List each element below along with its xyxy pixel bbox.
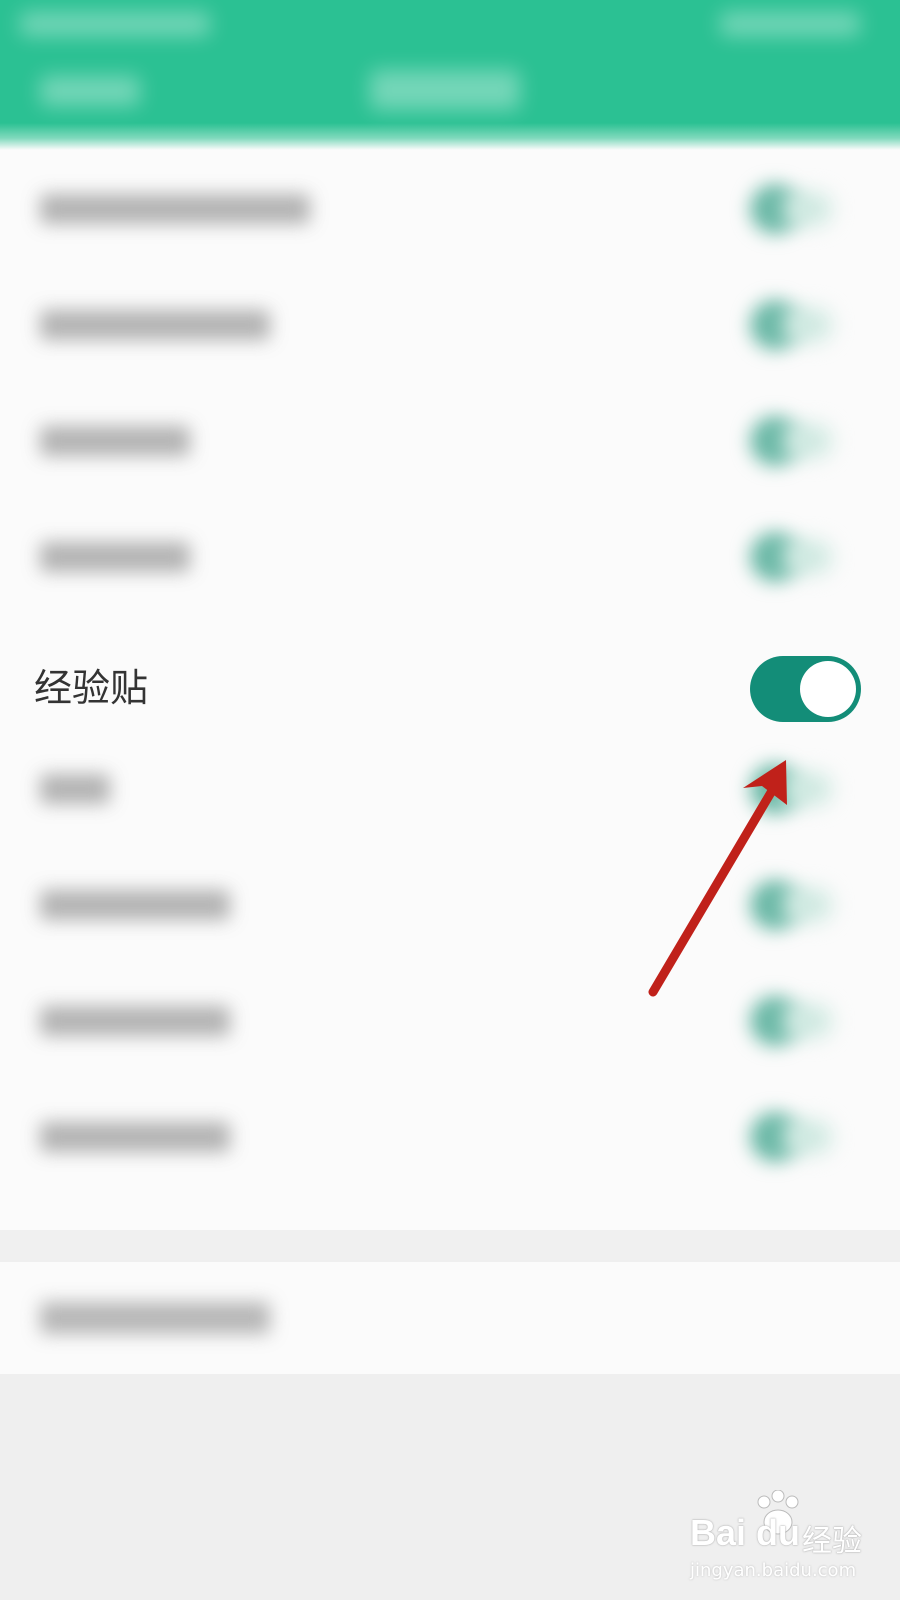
status-icons-blur — [720, 12, 860, 36]
setting-toggle[interactable] — [742, 874, 832, 934]
setting-row[interactable] — [0, 962, 900, 1078]
setting-row[interactable] — [0, 1078, 900, 1194]
watermark-brand: Bai du — [690, 1512, 801, 1553]
setting-toggle[interactable] — [742, 758, 832, 818]
status-bar-blur — [20, 12, 210, 36]
setting-label — [40, 426, 190, 456]
setting-label-jingyantie: 经验贴 — [34, 666, 149, 710]
setting-row[interactable] — [0, 846, 900, 962]
setting-row[interactable] — [0, 498, 900, 614]
setting-toggle[interactable] — [742, 990, 832, 1050]
setting-row-more[interactable] — [0, 1262, 900, 1374]
setting-row[interactable] — [0, 382, 900, 498]
setting-row[interactable] — [0, 150, 900, 266]
setting-label — [40, 774, 110, 804]
jingyantie-toggle-switch[interactable] — [750, 656, 861, 722]
setting-row[interactable] — [0, 266, 900, 382]
setting-toggle[interactable] — [742, 178, 832, 238]
section-divider — [0, 1230, 900, 1260]
setting-label — [40, 1302, 270, 1334]
top-app-bar — [0, 0, 900, 150]
setting-label — [40, 542, 190, 572]
setting-label — [40, 310, 270, 340]
setting-label — [40, 1122, 230, 1152]
setting-label — [40, 1006, 230, 1036]
setting-label — [40, 194, 310, 224]
back-button[interactable] — [40, 76, 140, 106]
page-title — [370, 70, 520, 110]
setting-toggle[interactable] — [742, 294, 832, 354]
setting-toggle[interactable] — [742, 1106, 832, 1166]
setting-label — [40, 890, 230, 920]
setting-toggle[interactable] — [742, 526, 832, 586]
toggle-knob — [800, 661, 856, 717]
setting-row[interactable] — [0, 730, 900, 846]
watermark-url: jingyan.baidu.com — [690, 1560, 857, 1581]
baidu-jingyan-watermark: Bai du 经验 jingyan.baidu.com — [690, 1490, 890, 1590]
setting-toggle[interactable] — [742, 410, 832, 470]
watermark-product: 经验 — [802, 1524, 862, 1559]
